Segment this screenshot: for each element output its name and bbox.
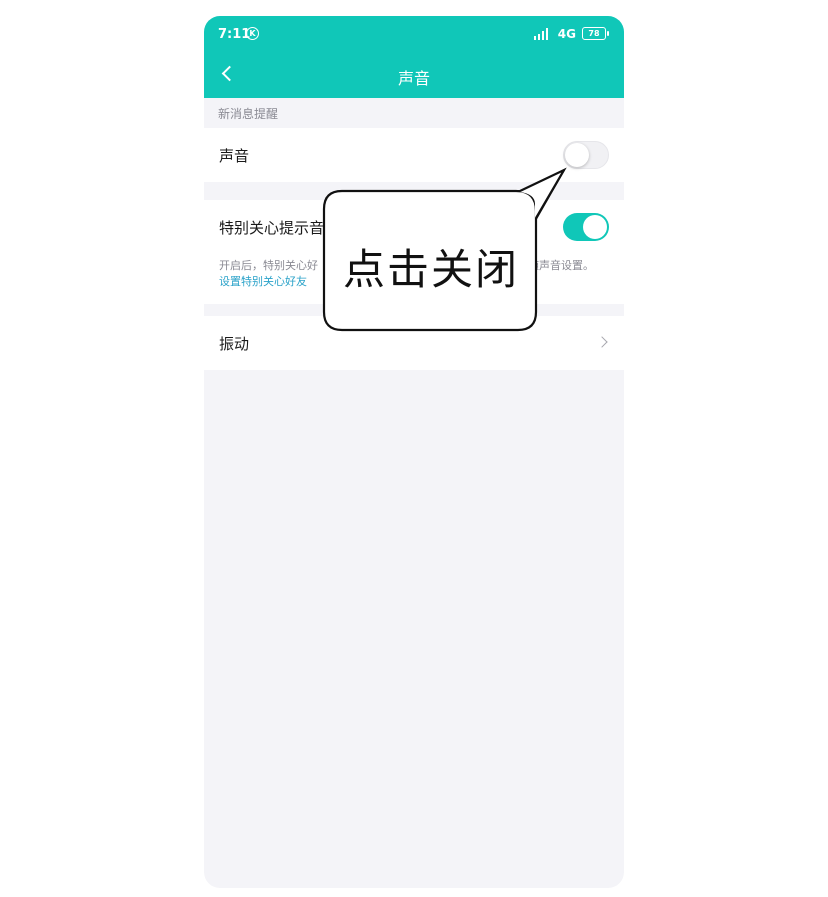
vibration-label: 振动 — [219, 334, 250, 353]
toggle-knob — [583, 215, 607, 239]
status-bar: 7:11 K 4G 78 — [204, 16, 624, 52]
special-care-label: 特别关心提示音 — [219, 218, 325, 237]
callout-text: 点击关闭 — [342, 245, 519, 294]
chevron-right-icon — [596, 336, 608, 348]
network-type: 4G — [557, 27, 576, 41]
k-icon: K — [246, 27, 259, 40]
top-bar: 7:11 K 4G 78 声音 — [204, 16, 624, 98]
signal-icon — [534, 28, 550, 40]
sound-label: 声音 — [219, 146, 250, 165]
desc-start: 开启后，特别关心好 — [219, 259, 318, 272]
nav-bar: 声音 — [204, 52, 624, 98]
section-header: 新消息提醒 — [218, 107, 279, 121]
phone-screen: 7:11 K 4G 78 声音 新消息提醒 声音 特别关心提示音 开启后，特别关… — [204, 16, 624, 888]
battery-icon: 78 — [582, 27, 609, 40]
page-title: 声音 — [397, 69, 430, 88]
